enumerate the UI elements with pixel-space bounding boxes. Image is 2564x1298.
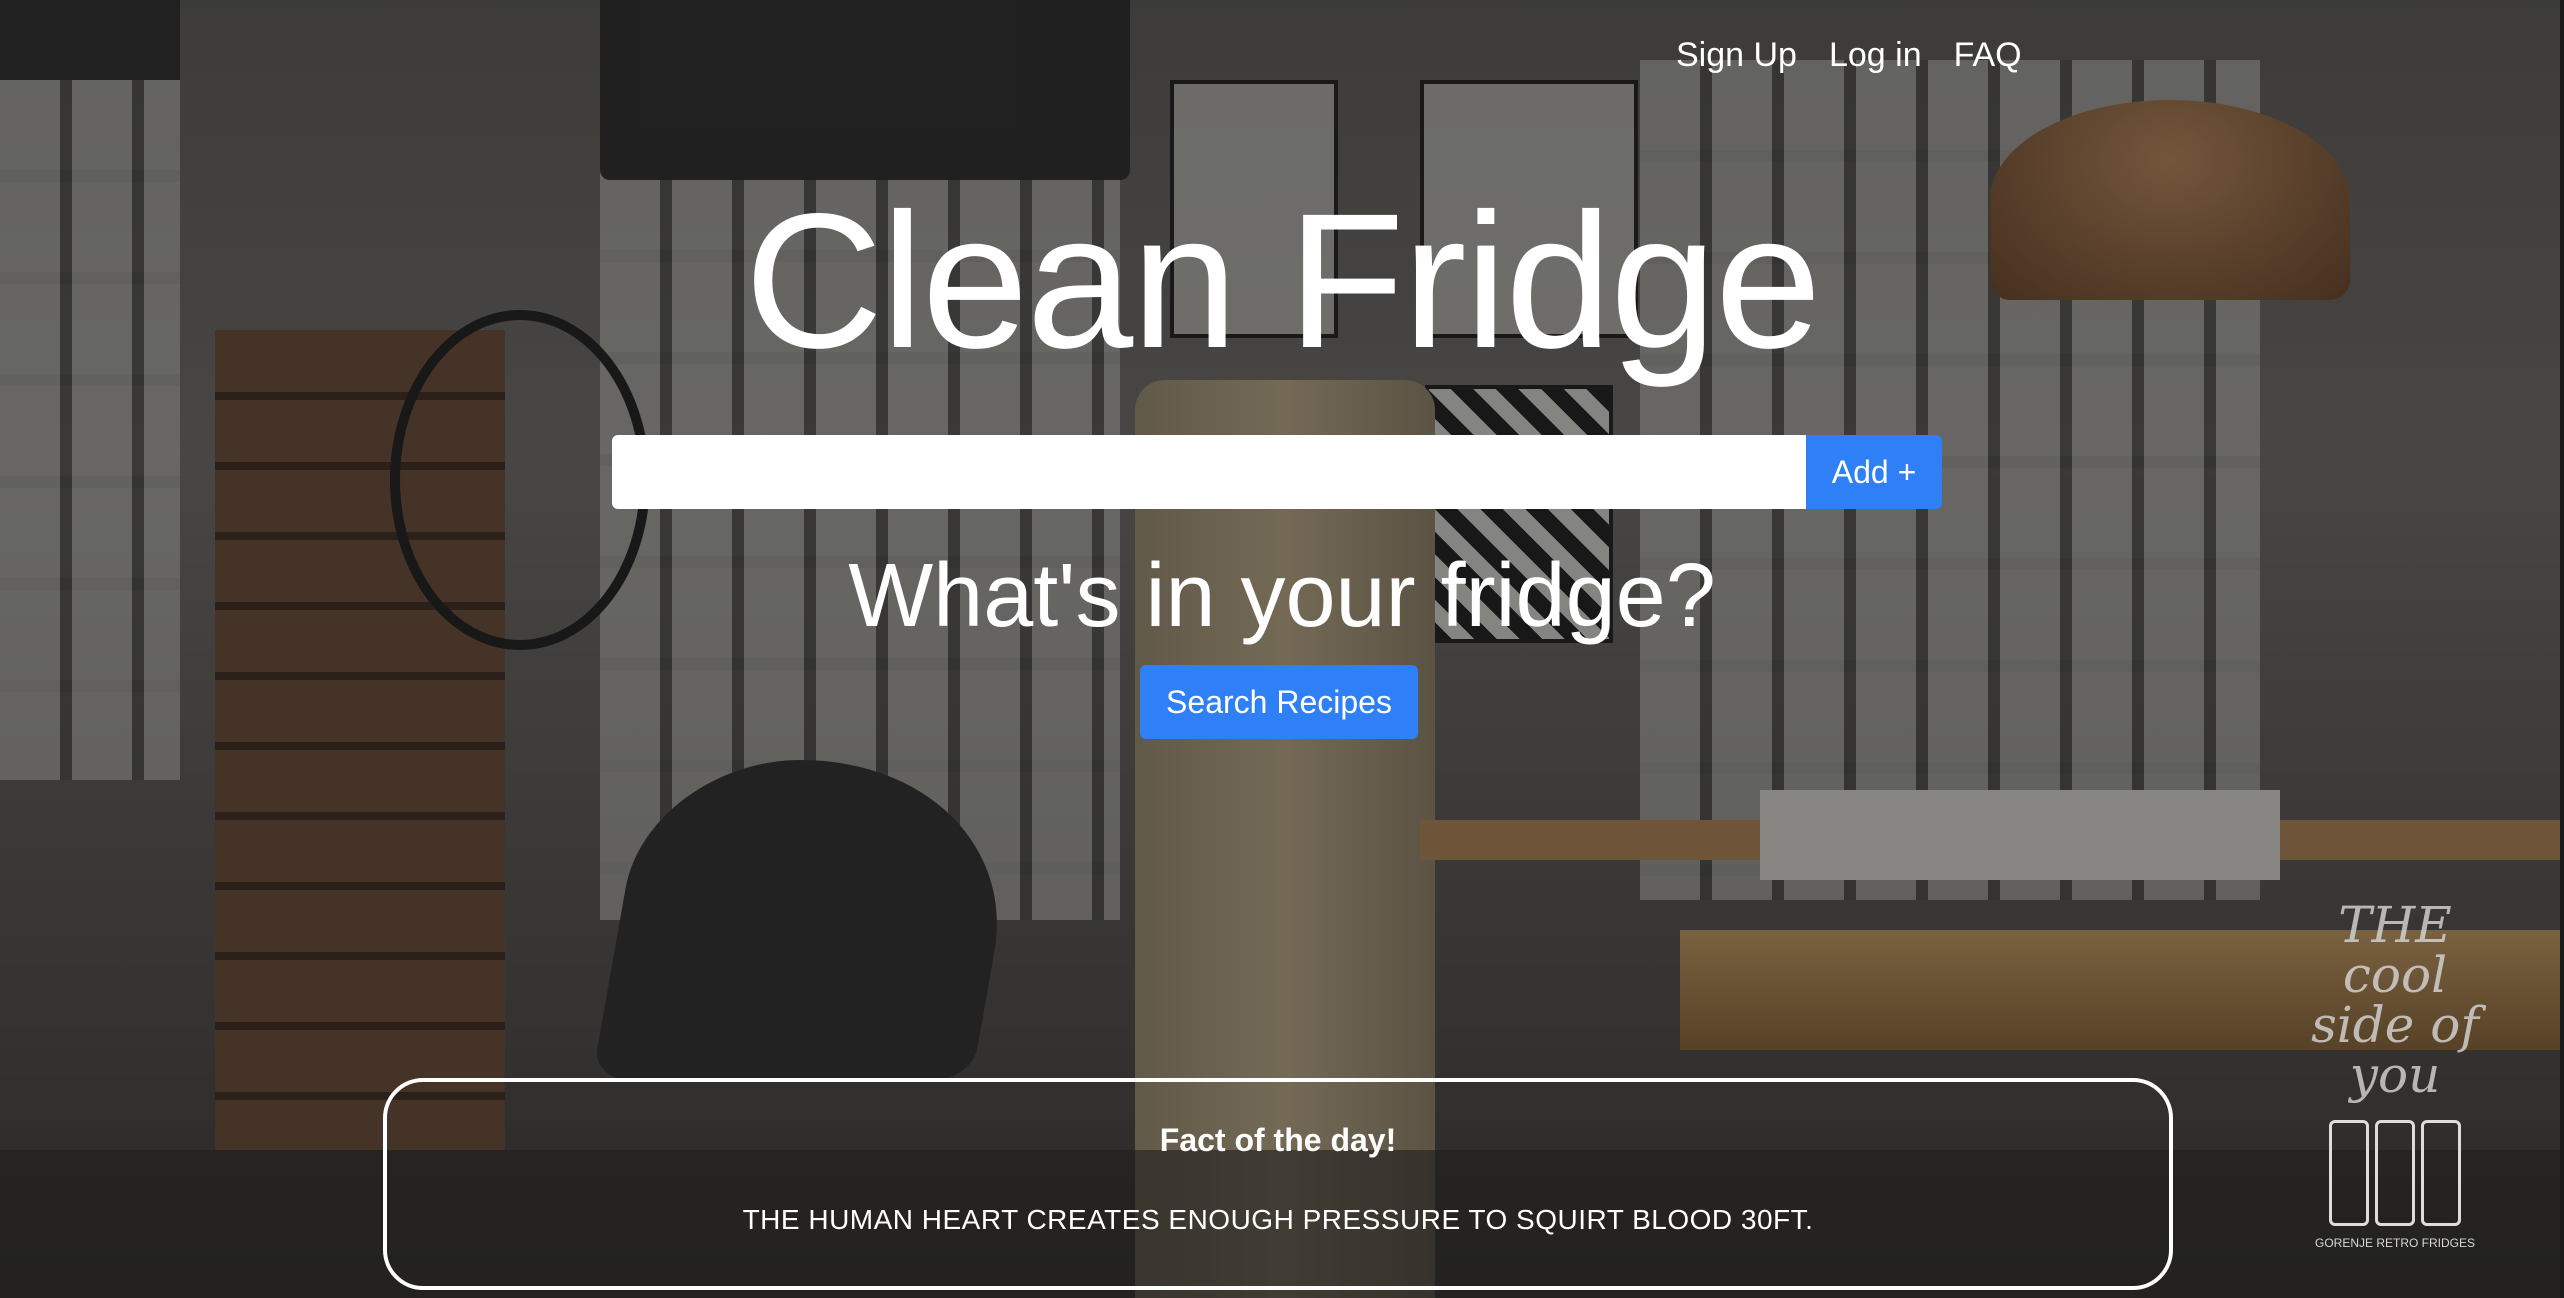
fact-of-the-day-box: Fact of the day! THE HUMAN HEART CREATES… bbox=[383, 1078, 2173, 1290]
fridge-icons bbox=[2310, 1120, 2480, 1226]
ad-caption: GORENJE RETRO FRIDGES bbox=[2314, 1236, 2475, 1250]
window-edge bbox=[2560, 0, 2564, 1298]
add-ingredient-button[interactable]: Add + bbox=[1806, 435, 1942, 509]
nav-log-in-link[interactable]: Log in bbox=[1829, 36, 1922, 75]
page: Sign Up Log in FAQ Clean Fridge Add + Wh… bbox=[0, 0, 2564, 1298]
fridge-icon bbox=[2329, 1120, 2369, 1226]
ingredient-input[interactable] bbox=[612, 435, 1806, 509]
fridge-question: What's in your fridge? bbox=[848, 546, 1716, 646]
fact-text: THE HUMAN HEART CREATES ENOUGH PRESSURE … bbox=[742, 1204, 1814, 1235]
site-title: Clean Fridge bbox=[744, 173, 1821, 388]
search-recipes-button[interactable]: Search Recipes bbox=[1140, 665, 1418, 739]
nav-faq-link[interactable]: FAQ bbox=[1954, 36, 2022, 75]
top-nav: Sign Up Log in FAQ bbox=[1676, 36, 2022, 75]
background-ad-logo: THE cool side of you GORENJE RETRO FRIDG… bbox=[2310, 900, 2480, 1290]
nav-sign-up-link[interactable]: Sign Up bbox=[1676, 36, 1797, 75]
ingredient-input-group: Add + bbox=[612, 435, 1942, 509]
fridge-icon bbox=[2375, 1120, 2415, 1226]
ad-slogan: THE cool side of you bbox=[2311, 896, 2479, 1104]
fridge-icon bbox=[2421, 1120, 2461, 1226]
fact-title: Fact of the day! bbox=[1159, 1122, 1397, 1158]
